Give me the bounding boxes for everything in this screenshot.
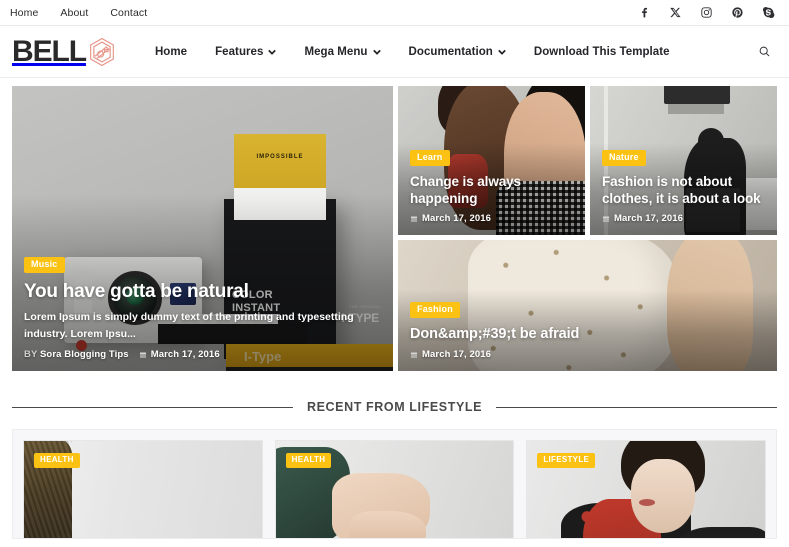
search-icon[interactable] (751, 39, 777, 65)
post-date: March 17, 2016 (139, 349, 220, 360)
hero-secondary-title-1[interactable]: Change is always happening (410, 173, 573, 208)
facebook-icon[interactable] (638, 6, 651, 19)
author-name[interactable]: Sora Blogging Tips (40, 349, 129, 360)
x-twitter-icon[interactable] (669, 6, 682, 19)
social-links (638, 6, 777, 19)
top-bar: Home About Contact (0, 0, 789, 26)
category-badge[interactable]: Music (24, 257, 65, 274)
hero-secondary-title-2[interactable]: Fashion is not about clothes, it is abou… (602, 173, 765, 208)
top-nav-link-contact[interactable]: Contact (110, 7, 147, 19)
hero-secondary-meta-1: Learn Change is always happening March 1… (398, 137, 585, 235)
recent-post-card-3[interactable]: LIFESTYLE (526, 440, 766, 538)
recent-post-card-2[interactable]: HEALTH (274, 440, 515, 538)
post-date-text: March 17, 2016 (614, 213, 683, 224)
top-nav-link-about[interactable]: About (60, 7, 88, 19)
category-badge[interactable]: Nature (602, 150, 646, 166)
nav-item-label: Home (154, 45, 188, 58)
nav-item-label: Features (215, 45, 264, 58)
section-header: RECENT FROM LIFESTYLE (0, 389, 789, 425)
hero-featured-snippet: Lorem Ipsum is simply dummy text of the … (24, 311, 354, 340)
hero-featured-meta: Music You have gotta be natural Lorem Ip… (12, 244, 393, 371)
site-logo[interactable]: BELL (12, 35, 119, 69)
hero-secondary-post-1[interactable]: Learn Change is always happening March 1… (398, 86, 585, 235)
divider-left (12, 406, 293, 408)
nav-item-home[interactable]: Home (155, 46, 201, 58)
nav-item-mega-menu[interactable]: Mega Menu (290, 46, 394, 58)
logo-text: BELL (12, 34, 87, 68)
category-badge[interactable]: HEALTH (34, 453, 80, 468)
post-date-text: March 17, 2016 (150, 349, 220, 360)
recent-posts-panel: HEALTH HEALTH LIFESTYLE (12, 429, 777, 539)
main-nav: Home Features Mega Menu Documentation Do… (155, 39, 777, 65)
skype-icon[interactable] (762, 6, 775, 19)
nav-item-label: Download This Template (533, 45, 670, 58)
top-nav-link-home[interactable]: Home (10, 7, 38, 19)
hero-wide-title[interactable]: Don&amp;#39;t be afraid (410, 325, 765, 344)
post-date: March 17, 2016 (602, 213, 683, 224)
chevron-down-icon (372, 48, 381, 56)
category-badge[interactable]: HEALTH (285, 453, 332, 468)
hero-secondary-row: Learn Change is always happening March 1… (398, 86, 777, 235)
pinterest-icon[interactable] (731, 6, 744, 19)
category-badge[interactable]: Fashion (410, 302, 460, 319)
calendar-icon (410, 215, 418, 223)
category-badge[interactable]: Learn (410, 150, 450, 166)
post-date-text: March 17, 2016 (422, 213, 491, 224)
hero-section: IMPOSSIBLE COLOR INSTANT FILM THE ORIGIN… (0, 78, 789, 371)
post-date-text: March 17, 2016 (422, 349, 491, 360)
nav-item-label: Mega Menu (304, 45, 368, 58)
site-header: BELL Home Features Mega Menu Documentati… (0, 26, 789, 78)
post-meta: March 17, 2016 (410, 213, 573, 224)
nav-item-features[interactable]: Features (201, 46, 290, 58)
hero-secondary-post-2[interactable]: Nature Fashion is not about clothes, it … (590, 86, 777, 235)
calendar-icon (410, 351, 418, 359)
recent-posts-grid: HEALTH HEALTH LIFESTYLE (23, 440, 766, 538)
hero-featured-byline: BY Sora Blogging Tips March 17, 2016 (24, 349, 381, 360)
chevron-down-icon (498, 48, 506, 56)
top-nav: Home About Contact (10, 7, 147, 19)
calendar-icon (602, 215, 610, 223)
hero-wide-post[interactable]: Fashion Don&amp;#39;t be afraid March 17… (398, 240, 777, 371)
hero-secondary-meta-2: Nature Fashion is not about clothes, it … (590, 137, 777, 235)
post-date: March 17, 2016 (410, 349, 491, 360)
post-meta: March 17, 2016 (410, 349, 765, 360)
nav-item-label: Documentation (408, 45, 493, 58)
divider-right (496, 406, 778, 408)
bell-hexagon-logo-icon (85, 35, 119, 69)
by-label: BY (24, 349, 38, 360)
hero-wide-meta: Fashion Don&amp;#39;t be afraid March 17… (398, 289, 777, 371)
hero-featured-title[interactable]: You have gotta be natural (24, 280, 381, 303)
chevron-down-icon (268, 48, 277, 56)
category-badge[interactable]: LIFESTYLE (537, 453, 596, 468)
hero-grid: IMPOSSIBLE COLOR INSTANT FILM THE ORIGIN… (12, 86, 777, 371)
nav-item-documentation[interactable]: Documentation (395, 46, 520, 58)
post-date: March 17, 2016 (410, 213, 491, 224)
nav-item-download-this-template[interactable]: Download This Template (520, 46, 684, 58)
recent-post-card-1[interactable]: HEALTH (23, 440, 263, 538)
section-title: RECENT FROM LIFESTYLE (306, 400, 483, 414)
calendar-icon (139, 351, 147, 359)
post-meta: March 17, 2016 (602, 213, 765, 224)
hero-featured-post[interactable]: IMPOSSIBLE COLOR INSTANT FILM THE ORIGIN… (12, 86, 393, 371)
instagram-icon[interactable] (700, 6, 713, 19)
